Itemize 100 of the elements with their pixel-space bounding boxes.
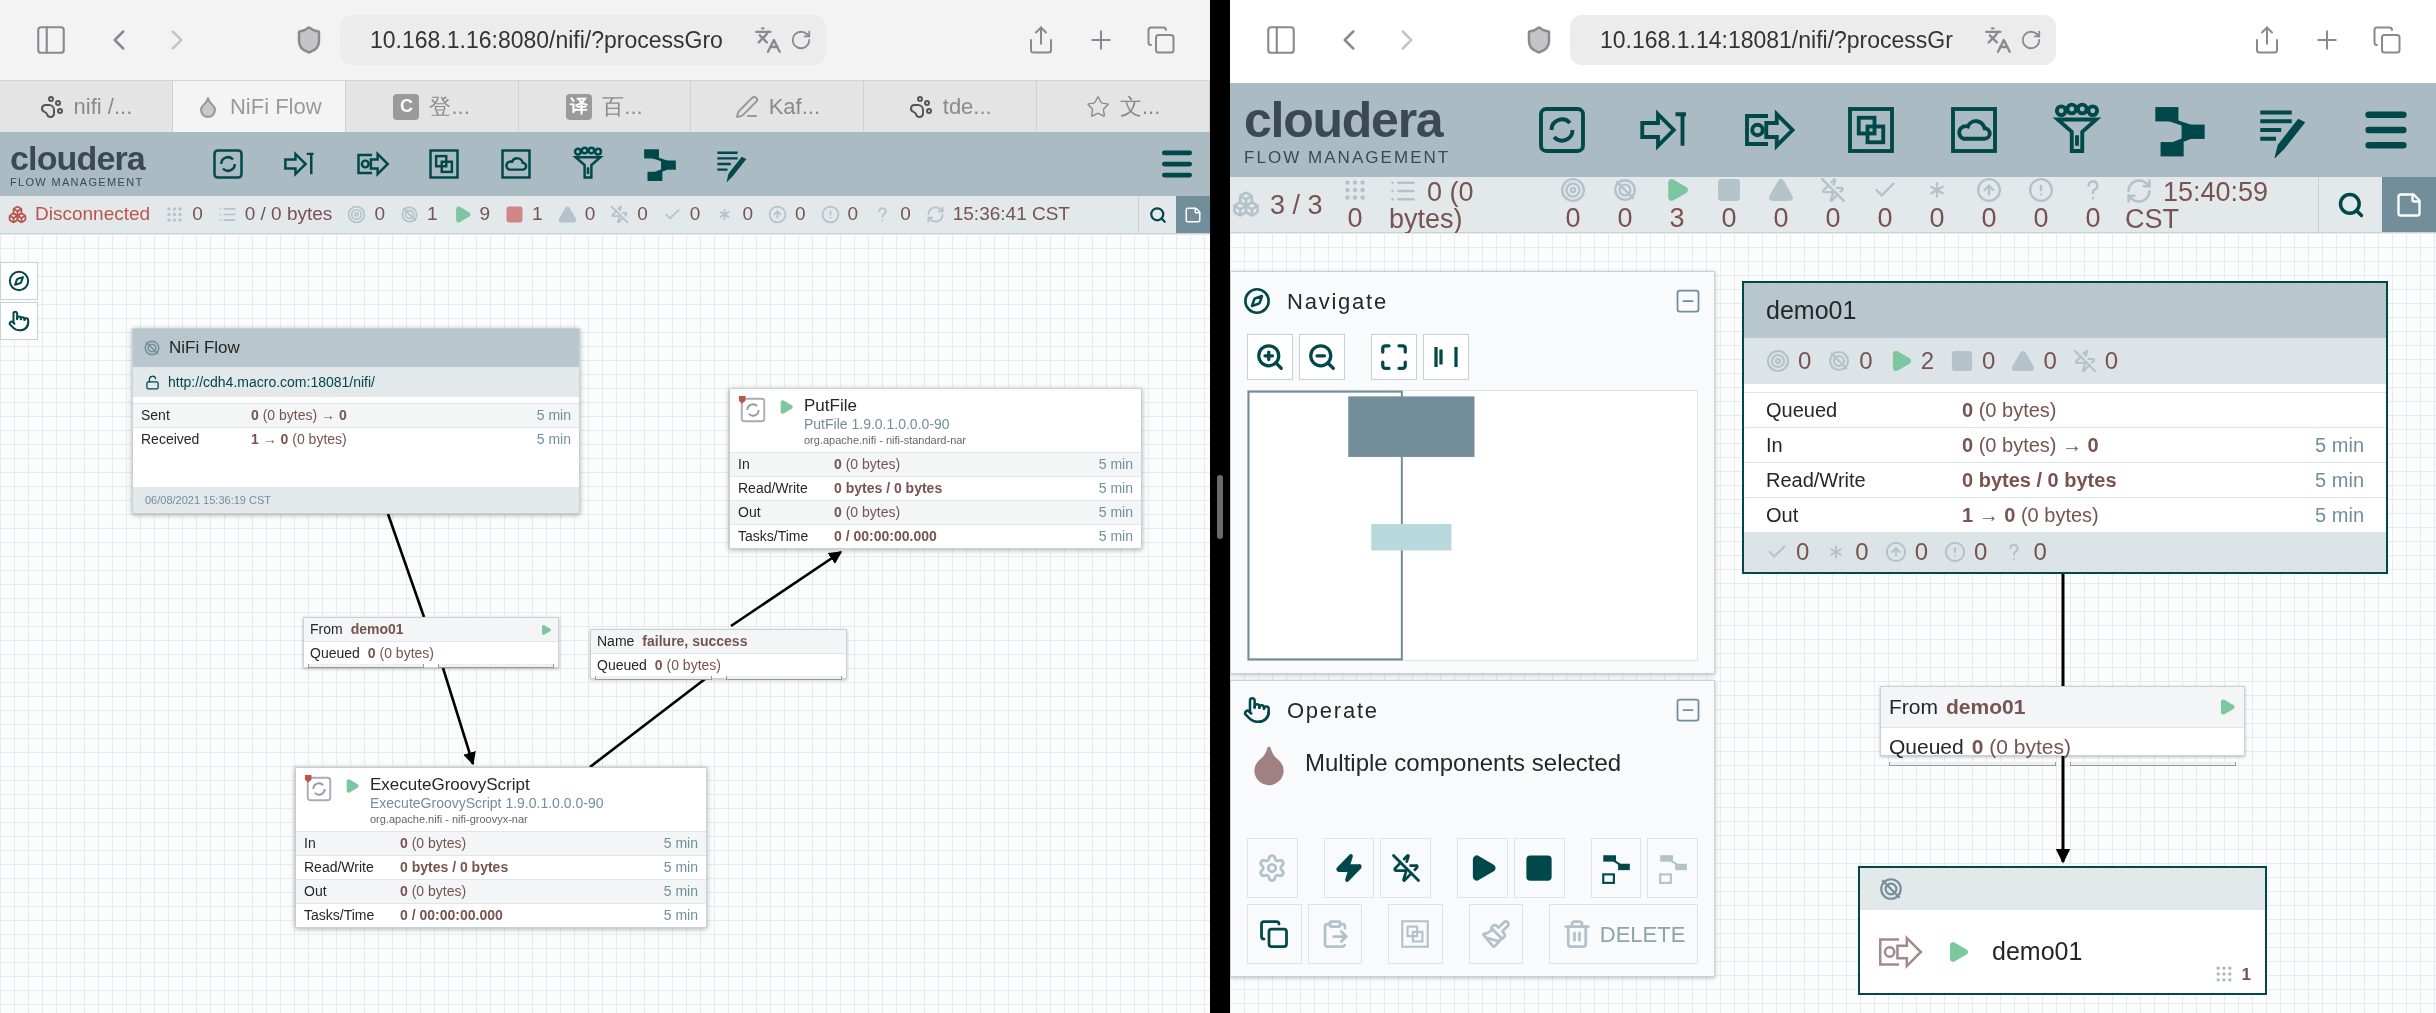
count-value: 0 [1859, 345, 1873, 376]
stat-value: 0 bytes / 0 bytes [834, 478, 944, 498]
address-field[interactable]: 10.168.1.16:8080/nifi/?processGro [340, 15, 826, 65]
count-value: 0 [1855, 536, 1869, 567]
logo-wordmark: cloudera [10, 140, 147, 175]
stat-label: Received [141, 430, 201, 449]
stat-value: 0 (0 bytes) [834, 502, 902, 522]
stat-window: 5 min [663, 904, 698, 926]
stat-value: 0 (0 bytes) [400, 833, 468, 853]
status-value: 0 [1347, 205, 1363, 232]
panel-title: Navigate [1287, 287, 1388, 316]
connection-label[interactable]: From demo01 Queued 0 (0 bytes) [303, 617, 559, 668]
stat-label: In [304, 833, 317, 853]
stat-window: 5 min [663, 880, 698, 902]
stat-value: 0 (0 bytes) → 0 [251, 406, 348, 425]
stat-label: Out [738, 502, 762, 522]
count-value: 2 [1920, 345, 1935, 376]
logo-wordmark: cloudera [1244, 94, 1445, 145]
stat-label: Read/Write [738, 478, 809, 498]
status-value: 0 [2033, 205, 2049, 232]
stat-value: 0 bytes / 0 bytes [400, 857, 510, 877]
remote-group-node[interactable]: NiFi Flow http://cdh4.macro.com:18081/nifi/ Sent 0 (0 bytes) → 0 5 min Received 1 → 0 (0 bytes) 5 min 06/08/2021 15:36:19 CST [132, 328, 580, 514]
count-value: 0 [1974, 536, 1988, 567]
stat-window: 5 min [663, 832, 698, 854]
status-value: 0 [1929, 205, 1945, 232]
stat-label: Read/Write [1766, 467, 1867, 493]
status-value: 9 [479, 202, 491, 227]
status-value: 0 [795, 202, 806, 227]
stat-window: 5 min [1098, 477, 1133, 499]
status-value: 0 [1825, 205, 1841, 232]
address-field[interactable]: 10.168.1.14:18081/nifi/?processGr [1570, 15, 2056, 65]
connection-value: demo01 [350, 620, 405, 639]
connection-key: From [310, 619, 343, 640]
count-value: 0 [2033, 536, 2047, 567]
status-value: 0 / 0 bytes [244, 202, 333, 227]
status-value: 0 [1877, 205, 1893, 232]
stat-window: 5 min [663, 856, 698, 878]
stat-label: In [1766, 432, 1784, 458]
connection-value: failure, success [642, 632, 749, 651]
panel-title: Operate [1287, 696, 1379, 725]
stat-value: 1 → 0 (0 bytes) [251, 430, 348, 449]
connection-value: demo01 [1946, 694, 2027, 720]
count-value: 0 [1982, 345, 1996, 376]
status-value: Disconnected [35, 202, 151, 227]
connection-key: Name [597, 631, 635, 652]
process-group-node[interactable]: demo01 0 0 2 0 0 0 Queued 0 (0 bytes) In 0 (0 bytes) → 0 5 min Read/Write 0 bytes / 0 bytes 5 min Out 1 → 0 (0 bytes) 5 min 0 0 0 0 0 [1742, 281, 2388, 574]
processor-type: PutFile 1.9.0.1.0.0.0-90 [804, 416, 951, 434]
count-value: 0 [2104, 345, 2119, 376]
status-value: 0 [637, 202, 648, 227]
connection-value: 0 (0 bytes) [367, 644, 434, 663]
stat-window: 5 min [2315, 429, 2364, 460]
stat-label: Tasks/Time [304, 905, 376, 925]
stat-label: In [738, 454, 751, 474]
remote-url: http://cdh4.macro.com:18081/nifi/ [168, 372, 375, 392]
status-value: 3 [1669, 205, 1685, 232]
status-value: 3 / 3 [1270, 190, 1323, 220]
stat-value: 0 (0 bytes) [834, 454, 902, 474]
bundle-name: org.apache.nifi - nifi-standard-nar [804, 433, 967, 448]
connection-key: Queued [310, 643, 360, 664]
stat-window: 5 min [1098, 453, 1133, 475]
stat-label: Tasks/Time [738, 526, 810, 546]
node-name: demo01 [1992, 935, 2083, 967]
stat-value: 0 (0 bytes) [1962, 397, 2058, 423]
processor-type: ExecuteGroovyScript 1.9.0.1.0.0.0-90 [370, 795, 604, 813]
stat-value: 0 (0 bytes) → 0 [1962, 432, 2100, 458]
count-value: 0 [1798, 345, 1812, 376]
node-name: demo01 [1766, 294, 1857, 326]
stat-label: Read/Write [304, 857, 375, 877]
output-port-node[interactable]: demo01 1 [1858, 866, 2267, 995]
selection-text: Multiple components selected [1305, 748, 1622, 778]
stat-window: 5 min [2315, 499, 2364, 530]
connection-key: Queued [597, 655, 647, 676]
status-value: 15:36:41 CST [952, 202, 1070, 227]
bundle-name: org.apache.nifi - nifi-groovyx-nar [370, 812, 529, 827]
connection-label[interactable]: Name failure, success Queued 0 (0 bytes) [590, 629, 847, 679]
last-refreshed: 06/08/2021 15:36:19 CST [145, 492, 271, 508]
stat-window: 5 min [536, 405, 571, 426]
letter-icon: 译 [566, 93, 593, 120]
processor-node[interactable]: PutFile PutFile 1.9.0.1.0.0.0-90 org.apache.nifi - nifi-standard-nar In 0 (0 bytes) 5 min Read/Write 0 bytes / 0 bytes 5 min Out 0 (0 bytes) 5 min Tasks/Time 0 / 00:00:00.000 5 min [729, 388, 1142, 549]
node-name: PutFile [804, 395, 858, 417]
status-value: 0 [192, 202, 203, 227]
stat-window: 5 min [536, 429, 571, 450]
node-name: ExecuteGroovyScript [370, 774, 531, 796]
status-value: 0 [900, 202, 911, 227]
stat-window: 5 min [1098, 501, 1133, 523]
stat-value: 0 / 00:00:00.000 [834, 526, 938, 546]
status-value: 0 [1617, 205, 1633, 232]
status-value: 0 [742, 202, 753, 227]
status-value: 1 [426, 202, 438, 227]
status-value: 15:40:59 CST [2125, 176, 2269, 234]
connection-key: From [1889, 691, 1938, 723]
logo-subtitle: FLOW MANAGEMENT [1244, 148, 1452, 166]
status-value: 0 [374, 202, 385, 227]
status-value: 0 [1565, 205, 1581, 232]
stat-label: Sent [141, 406, 171, 425]
stat-window: 5 min [1098, 525, 1133, 547]
stat-window: 5 min [2315, 464, 2364, 495]
status-value: 0 [1981, 205, 1997, 232]
status-value: 0 [689, 202, 701, 227]
stat-value: 0 bytes / 0 bytes [1962, 467, 2118, 493]
